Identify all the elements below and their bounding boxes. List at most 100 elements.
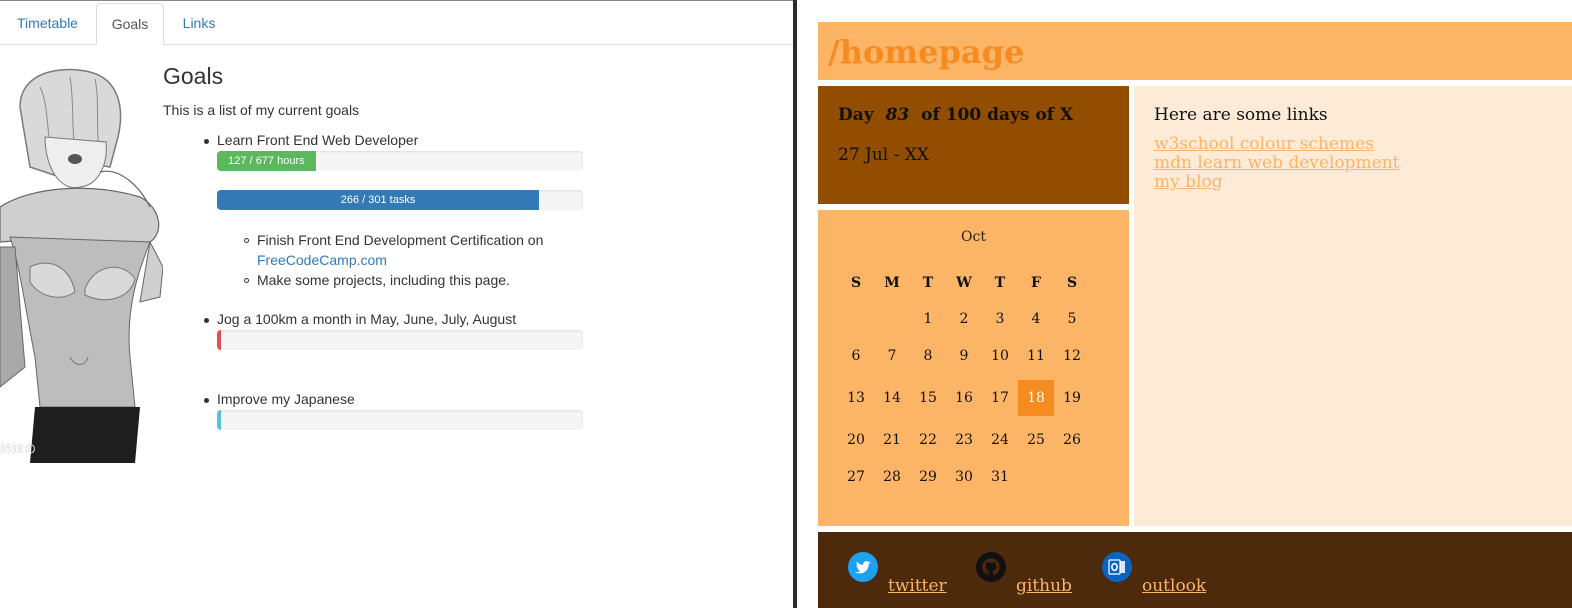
outlook-link[interactable]: outlook	[1142, 576, 1206, 596]
calendar-empty-cell	[874, 300, 910, 337]
weekday-label: S	[1066, 275, 1078, 291]
calendar-week-row: 13 14 15 16 17 18 19	[838, 374, 1090, 421]
calendar-day: 1	[923, 310, 933, 327]
github-link[interactable]: github	[1016, 576, 1072, 596]
weekday-label: T	[994, 275, 1006, 291]
twitter-icon[interactable]	[848, 552, 878, 582]
links-title: Here are some links	[1154, 105, 1328, 125]
calendar-week-row: 1 2 3 4 5	[838, 300, 1090, 337]
calendar-day-today: 18	[1018, 374, 1054, 421]
calendar-day: 26	[1063, 431, 1081, 448]
right-pane: /homepage Day 83 of 100 days of X 27 Jul…	[797, 0, 1572, 608]
link-blog[interactable]: my blog	[1154, 172, 1223, 192]
weekday-row: S M T W T F S	[838, 266, 1090, 300]
calendar-day: 29	[919, 468, 937, 485]
calendar-week-row: 20 21 22 23 24 25 26	[838, 421, 1090, 458]
day-suffix: of 100 days of X	[921, 105, 1074, 125]
calendar-day: 16	[955, 389, 973, 406]
tab-links[interactable]: Links	[167, 3, 231, 44]
calendar-empty-cell	[838, 300, 874, 337]
outlook-icon[interactable]	[1102, 552, 1132, 582]
calendar-day: 5	[1067, 310, 1077, 327]
calendar-day: 2	[959, 310, 969, 327]
freecodecamp-link[interactable]: FreeCodeCamp.com	[257, 252, 387, 268]
bullet-icon	[204, 318, 209, 323]
link-mdn[interactable]: mdn learn web development	[1154, 153, 1400, 173]
page-title: Goals	[163, 63, 224, 89]
day-counter: Day 83 of 100 days of X	[838, 105, 1073, 125]
calendar-week-row: 27 28 29 30 31	[838, 458, 1090, 495]
calendar-month: Oct	[961, 229, 986, 245]
calendar-days: 1 2 3 4 5 6 7 8 9 10 11 12 13 14 15 16 17 18 19 20 21 22 23 24 2…	[838, 300, 1090, 495]
goal-label: Improve my Japanese	[217, 391, 355, 407]
day-counter-box: Day 83 of 100 days of X 27 Jul - XX	[818, 86, 1129, 204]
calendar-day: 11	[1027, 347, 1045, 364]
footer: twitter github outlook	[818, 532, 1572, 608]
calendar: Oct S M T W T F S 1 2 3 4 5 6 7 8 9 10 11 12 13 14 15 1…	[818, 210, 1129, 526]
calendar-empty-cell	[1054, 458, 1090, 495]
calendar-day: 19	[1063, 389, 1081, 406]
calendar-week-row: 6 7 8 9 10 11 12	[838, 337, 1090, 374]
progress-bar-hours: 127 / 677 hours	[217, 151, 583, 171]
calendar-day: 31	[991, 468, 1009, 485]
calendar-day: 27	[847, 468, 865, 485]
calendar-day: 24	[991, 431, 1009, 448]
calendar-day: 4	[1031, 310, 1041, 327]
subgoal-item: Make some projects, including this page.	[257, 272, 510, 288]
circle-bullet-icon	[244, 238, 249, 243]
circle-bullet-icon	[244, 278, 249, 283]
calendar-day: 9	[959, 347, 969, 364]
calendar-day: 3	[995, 310, 1005, 327]
weekday-label: T	[922, 275, 934, 291]
calendar-day: 6	[851, 347, 861, 364]
calendar-day: 7	[887, 347, 897, 364]
progress-bar-jog	[217, 330, 583, 350]
calendar-day: 14	[883, 389, 901, 406]
bullet-icon	[204, 398, 209, 403]
calendar-day: 20	[847, 431, 865, 448]
goals-description: This is a list of my current goals	[163, 102, 360, 118]
calendar-grid: S M T W T F S 1 2 3 4 5 6 7 8 9 10 11 12 13 14 15 16 17 1…	[838, 266, 1090, 495]
progress-bar-tasks: 266 / 301 tasks	[217, 190, 583, 210]
weekday-label: F	[1031, 275, 1041, 291]
anime-girl-image: 姉妹の	[0, 67, 163, 463]
image-caption: 姉妹の	[0, 441, 36, 456]
weekday-label: S	[850, 275, 862, 291]
header-banner: /homepage	[818, 22, 1572, 80]
calendar-day: 22	[919, 431, 937, 448]
progress-fill: 127 / 677 hours	[217, 151, 316, 171]
tab-bar: Timetable Goals Links	[0, 2, 793, 45]
calendar-day: 23	[955, 431, 973, 448]
calendar-day: 15	[919, 389, 937, 406]
link-w3school[interactable]: w3school colour schemes	[1154, 134, 1374, 154]
links-panel: Here are some links w3school colour sche…	[1134, 86, 1572, 526]
progress-fill	[217, 330, 221, 350]
calendar-day: 13	[847, 389, 865, 406]
calendar-day: 21	[883, 431, 901, 448]
goal-label: Learn Front End Web Developer	[217, 132, 419, 148]
progress-fill	[217, 410, 221, 430]
calendar-day: 10	[991, 347, 1009, 364]
calendar-day: 28	[883, 468, 901, 485]
left-pane: Timetable Goals Links 姉妹の Goals This is …	[0, 0, 793, 608]
subgoal-item: Finish Front End Development Certificati…	[257, 230, 543, 270]
weekday-label: M	[884, 275, 900, 291]
tab-timetable[interactable]: Timetable	[0, 3, 95, 44]
twitter-link[interactable]: twitter	[888, 576, 947, 596]
calendar-empty-cell	[1018, 458, 1054, 495]
calendar-day: 30	[955, 468, 973, 485]
calendar-day: 8	[923, 347, 933, 364]
progress-bar-japanese	[217, 410, 583, 430]
day-number: 83	[885, 105, 910, 125]
weekday-label: W	[956, 275, 972, 291]
site-title: /homepage	[828, 33, 1025, 71]
calendar-day: 25	[1027, 431, 1045, 448]
goal-label: Jog a 100km a month in May, June, July, …	[217, 311, 517, 327]
bullet-icon	[204, 139, 209, 144]
subgoal-text: Finish Front End Development Certificati…	[257, 232, 544, 248]
github-icon[interactable]	[976, 552, 1006, 582]
calendar-day: 12	[1063, 347, 1081, 364]
progress-fill: 266 / 301 tasks	[217, 190, 540, 210]
tab-goals[interactable]: Goals	[96, 3, 164, 45]
date-range: 27 Jul - XX	[838, 145, 929, 165]
